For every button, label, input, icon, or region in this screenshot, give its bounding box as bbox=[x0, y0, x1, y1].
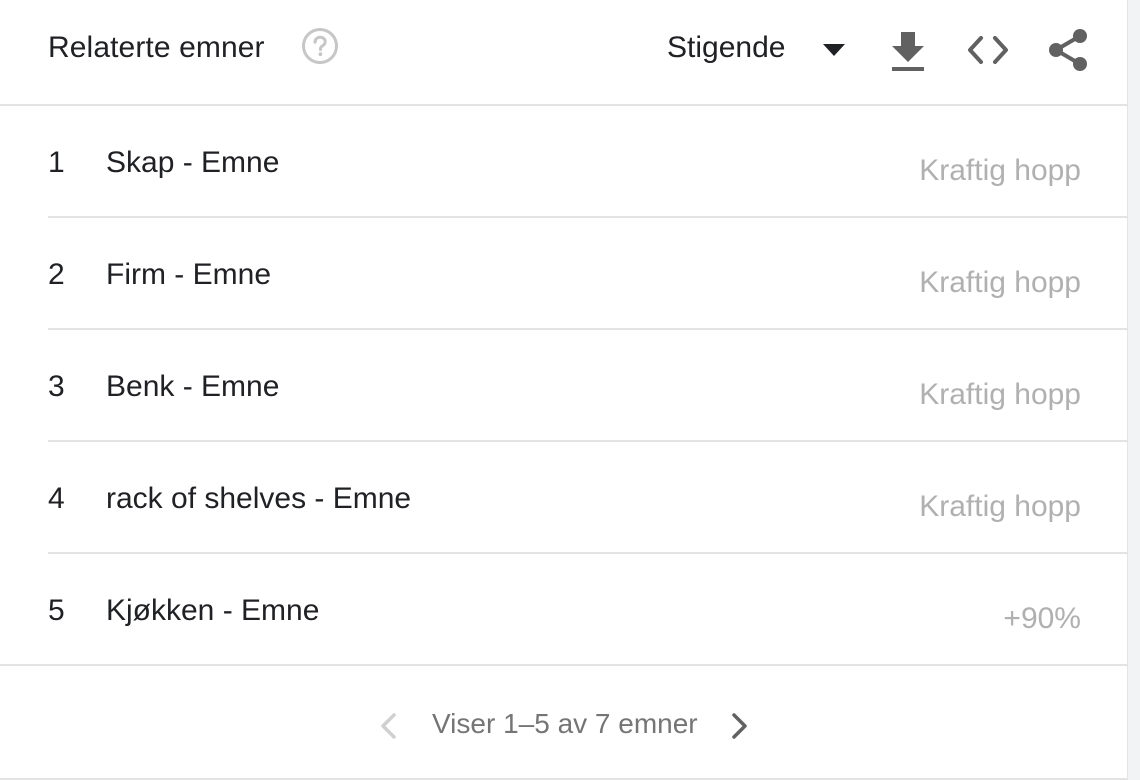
pagination-status: Viser 1–5 av 7 emner bbox=[432, 708, 698, 739]
chevron-right-icon[interactable] bbox=[730, 712, 750, 740]
share-icon[interactable] bbox=[1047, 28, 1089, 72]
row-rank: 1 bbox=[48, 146, 65, 179]
row-rank: 4 bbox=[48, 482, 65, 515]
page-background-strip bbox=[1128, 0, 1140, 780]
list-item[interactable]: 5 Kjøkken - Emne +90% bbox=[0, 554, 1127, 666]
row-topic-label[interactable]: Benk - Emne bbox=[106, 370, 279, 404]
help-circle-icon[interactable] bbox=[302, 28, 338, 64]
sort-selected-label: Stigende bbox=[667, 31, 786, 64]
row-rise-value: Kraftig hopp bbox=[919, 490, 1081, 523]
list-item[interactable]: 1 Skap - Emne Kraftig hopp bbox=[48, 106, 1127, 218]
row-rise-value: Kraftig hopp bbox=[919, 378, 1081, 411]
caret-down-icon bbox=[823, 44, 845, 56]
row-rank: 2 bbox=[48, 258, 65, 291]
row-topic-label[interactable]: Skap - Emne bbox=[106, 146, 279, 180]
row-rank: 5 bbox=[48, 594, 65, 627]
panel-header: Relaterte emner Stigende bbox=[0, 0, 1127, 106]
row-rise-value: Kraftig hopp bbox=[919, 266, 1081, 299]
download-icon[interactable] bbox=[890, 30, 926, 72]
row-topic-label[interactable]: rack of shelves - Emne bbox=[106, 482, 411, 516]
list-item[interactable]: 2 Firm - Emne Kraftig hopp bbox=[48, 218, 1127, 330]
embed-code-icon[interactable] bbox=[966, 34, 1010, 66]
row-rise-value: Kraftig hopp bbox=[919, 154, 1081, 187]
row-rank: 3 bbox=[48, 370, 65, 403]
sort-dropdown[interactable]: Stigende bbox=[666, 24, 850, 76]
row-topic-label[interactable]: Kjøkken - Emne bbox=[106, 594, 319, 628]
row-topic-label[interactable]: Firm - Emne bbox=[106, 258, 271, 292]
pagination: Viser 1–5 av 7 emner bbox=[0, 668, 1127, 780]
related-topics-panel: Relaterte emner Stigende 1 Skap - Emne K… bbox=[0, 0, 1128, 780]
list-item[interactable]: 4 rack of shelves - Emne Kraftig hopp bbox=[48, 442, 1127, 554]
list-item[interactable]: 3 Benk - Emne Kraftig hopp bbox=[48, 330, 1127, 442]
chevron-left-icon[interactable] bbox=[378, 712, 398, 740]
panel-title: Relaterte emner bbox=[48, 31, 265, 64]
row-rise-value: +90% bbox=[1003, 602, 1081, 635]
